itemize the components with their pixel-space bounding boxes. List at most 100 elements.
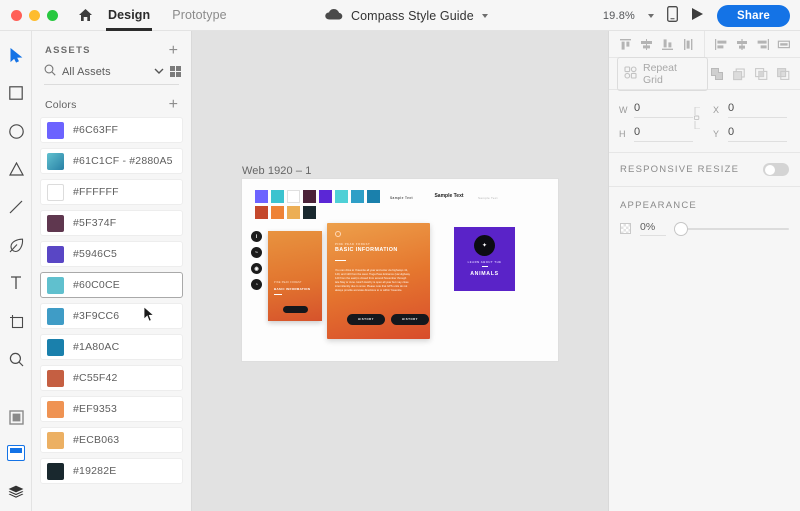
rectangle-tool[interactable] (0, 77, 32, 109)
card-main-body: You can drive to Yosemite all year and e… (335, 269, 410, 293)
color-asset-label: #60C0CE (73, 279, 120, 291)
assets-panel: ASSETS + All Assets Colors + #6C63FF #61C… (32, 31, 192, 511)
color-asset-item[interactable]: #1A80AC (40, 334, 183, 360)
chevron-down-icon[interactable] (154, 66, 164, 78)
repeat-grid-label: Repeat Grid (643, 61, 677, 86)
color-asset-item[interactable]: #61C1CF - #2880A5 (40, 148, 183, 174)
opacity-value[interactable]: 0% (640, 221, 666, 236)
transform-row-2: H 0 Y 0 (619, 122, 790, 146)
x-label: X (713, 105, 720, 115)
align-left-icon[interactable] (679, 35, 697, 53)
boolean-ops-group (708, 65, 792, 83)
ellipse-tool[interactable] (0, 115, 32, 147)
artboard-name-label[interactable]: Web 1920 – 1 (242, 165, 312, 177)
pen-tool[interactable] (0, 229, 32, 261)
distribute-horizontal-icon[interactable] (775, 35, 793, 53)
tab-prototype[interactable]: Prototype (172, 0, 226, 31)
card-small-button (283, 306, 308, 313)
artboard-swatch (303, 206, 316, 219)
add-asset-button[interactable]: + (169, 42, 178, 58)
color-asset-item[interactable]: #EF9353 (40, 396, 183, 422)
colors-list: #6C63FF #61C1CF - #2880A5 #FFFFFF #5F374F #5… (32, 117, 191, 484)
color-swatch (47, 462, 64, 480)
mobile-device-icon[interactable] (667, 6, 678, 25)
y-value[interactable]: 0 (728, 126, 787, 142)
color-swatch (47, 121, 64, 139)
color-asset-item[interactable]: #5F374F (40, 210, 183, 236)
close-window-button[interactable] (11, 9, 22, 21)
card-small-rule (274, 294, 282, 295)
distribute-vertical-icon[interactable] (733, 35, 751, 53)
align-bottom-icon[interactable] (658, 35, 676, 53)
color-asset-item[interactable]: #ECB063 (40, 427, 183, 453)
color-asset-item[interactable]: #5946C5 (40, 241, 183, 267)
artboard-tool[interactable] (0, 305, 32, 337)
x-field[interactable]: X 0 (713, 102, 787, 118)
zoom-tool[interactable] (0, 343, 32, 375)
boolean-subtract-icon[interactable] (730, 65, 748, 83)
y-field[interactable]: Y 0 (713, 126, 787, 142)
artboard-card-main: PINE PEAK FOREST BASIC INFORMATION You c… (327, 223, 430, 339)
distribute-left-icon[interactable] (712, 35, 730, 53)
share-button[interactable]: Share (717, 4, 790, 27)
opacity-slider-knob[interactable] (675, 222, 687, 235)
select-tool[interactable] (0, 39, 32, 71)
opacity-slider[interactable] (675, 222, 789, 235)
document-title: Compass Style Guide (351, 8, 474, 23)
line-tool[interactable] (0, 191, 32, 223)
polygon-tool[interactable] (0, 153, 32, 185)
assets-panel-icon[interactable] (0, 437, 32, 469)
artboard-sample-texts: Sample Text Sample Text Sample Text (390, 193, 500, 215)
color-asset-label: #1A80AC (73, 341, 120, 353)
distribute-right-icon[interactable] (754, 35, 772, 53)
grid-view-icon[interactable] (170, 66, 181, 77)
window-traffic-lights (0, 9, 58, 21)
canvas-area[interactable]: Web 1920 – 1 Sample Text Sample Text Sam… (192, 31, 608, 511)
color-asset-item[interactable]: #60C0CE (40, 272, 183, 298)
color-asset-item[interactable]: #C55F42 (40, 365, 183, 391)
responsive-resize-row: RESPONSIVE RESIZE (609, 153, 800, 187)
layers-stack-icon[interactable] (0, 475, 32, 507)
align-top-icon[interactable] (616, 35, 634, 53)
width-value[interactable]: 0 (634, 102, 693, 118)
color-asset-item[interactable]: #3F9CC6 (40, 303, 183, 329)
color-swatch (47, 245, 64, 263)
color-asset-item[interactable]: #6C63FF (40, 117, 183, 143)
camera-icon: ◉ (251, 263, 262, 274)
repeat-grid-button[interactable]: Repeat Grid (617, 56, 708, 91)
assets-filter-row[interactable]: All Assets (32, 64, 191, 79)
home-icon[interactable] (75, 5, 95, 25)
zoom-chevron-down-icon[interactable] (648, 13, 655, 18)
zoom-window-button[interactable] (47, 9, 58, 21)
zoom-level-value[interactable]: 19.8% (603, 10, 635, 22)
x-value[interactable]: 0 (728, 102, 787, 118)
boolean-add-icon[interactable] (708, 65, 726, 83)
responsive-resize-toggle[interactable] (763, 163, 789, 176)
color-asset-item[interactable]: #19282E (40, 458, 183, 484)
add-color-button[interactable]: + (169, 97, 178, 113)
artboard-web-1920-1[interactable]: Sample Text Sample Text Sample Text i ~ … (242, 179, 558, 361)
chevron-down-icon[interactable] (481, 13, 488, 18)
assets-panel-header: ASSETS + (32, 31, 191, 64)
opacity-checker-icon (620, 223, 631, 234)
height-field[interactable]: H 0 (619, 126, 693, 142)
align-vertical-center-icon[interactable] (637, 35, 655, 53)
boolean-exclude-icon[interactable] (774, 65, 792, 83)
document-title-group[interactable]: Compass Style Guide (325, 0, 488, 31)
text-tool[interactable] (0, 267, 32, 299)
color-swatch (47, 183, 64, 201)
width-field[interactable]: W 0 (619, 102, 693, 118)
boolean-intersect-icon[interactable] (752, 65, 770, 83)
appearance-header: APPEARANCE (609, 187, 800, 211)
minimize-window-button[interactable] (29, 9, 40, 21)
color-asset-item[interactable]: #FFFFFF (40, 179, 183, 205)
color-swatch (47, 431, 64, 449)
assets-panel-title: ASSETS (45, 45, 91, 56)
tab-design[interactable]: Design (105, 0, 153, 31)
height-value[interactable]: 0 (634, 126, 693, 142)
play-icon[interactable] (691, 7, 704, 24)
component-square-icon[interactable] (0, 401, 32, 433)
artboard-swatch (367, 190, 380, 203)
lock-aspect-icon[interactable] (693, 107, 703, 129)
y-label: Y (713, 129, 720, 139)
